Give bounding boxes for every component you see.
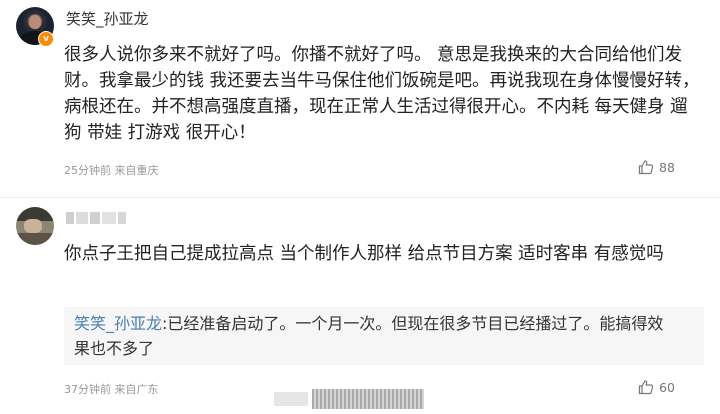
comment-location: 来自广东 — [114, 383, 159, 396]
thumbs-up-icon — [638, 159, 654, 175]
comment-time: 37分钟前 — [64, 383, 111, 396]
comment-meta: 37分钟前 来自广东 — [64, 381, 159, 397]
scrollbar-thumb[interactable] — [312, 389, 424, 409]
verified-badge-icon: v — [38, 31, 54, 47]
comment-divider — [0, 197, 720, 198]
masked-username[interactable] — [66, 212, 136, 224]
reply-box[interactable]: 笑笑_孙亚龙:已经准备启动了。一个月一次。但现在很多节目已经播过了。能搞得效果也… — [64, 307, 704, 365]
comment-meta: 25分钟前 来自重庆 — [64, 162, 159, 178]
reply-text-container: 笑笑_孙亚龙:已经准备启动了。一个月一次。但现在很多节目已经播过了。能搞得效果也… — [74, 311, 664, 361]
comment-time: 25分钟前 — [64, 164, 111, 177]
like-count: 60 — [659, 379, 675, 395]
like-button[interactable]: 88 — [638, 158, 675, 176]
thumbs-up-icon — [638, 379, 654, 395]
scrollbar[interactable] — [274, 389, 424, 409]
avatar-face — [29, 15, 41, 29]
comment-text: 很多人说你多来不就好了吗。你播不就好了吗。 意思是我换来的大合同给他们发财。我拿… — [64, 45, 700, 143]
avatar-pixel — [16, 233, 54, 245]
comment-text: 你点子王把自己提成拉高点 当个制作人那样 给点节目方案 适时客串 有感觉吗 — [64, 244, 664, 264]
avatar-pixel — [24, 219, 42, 233]
like-count: 88 — [659, 159, 675, 175]
comment-location: 来自重庆 — [114, 164, 159, 177]
reply-username[interactable]: 笑笑_孙亚龙 — [74, 314, 162, 333]
scrollbar-track — [274, 392, 308, 406]
comment-username[interactable]: 笑笑_孙亚龙 — [66, 8, 149, 29]
avatar[interactable] — [16, 207, 54, 245]
like-button[interactable]: 60 — [638, 378, 675, 396]
